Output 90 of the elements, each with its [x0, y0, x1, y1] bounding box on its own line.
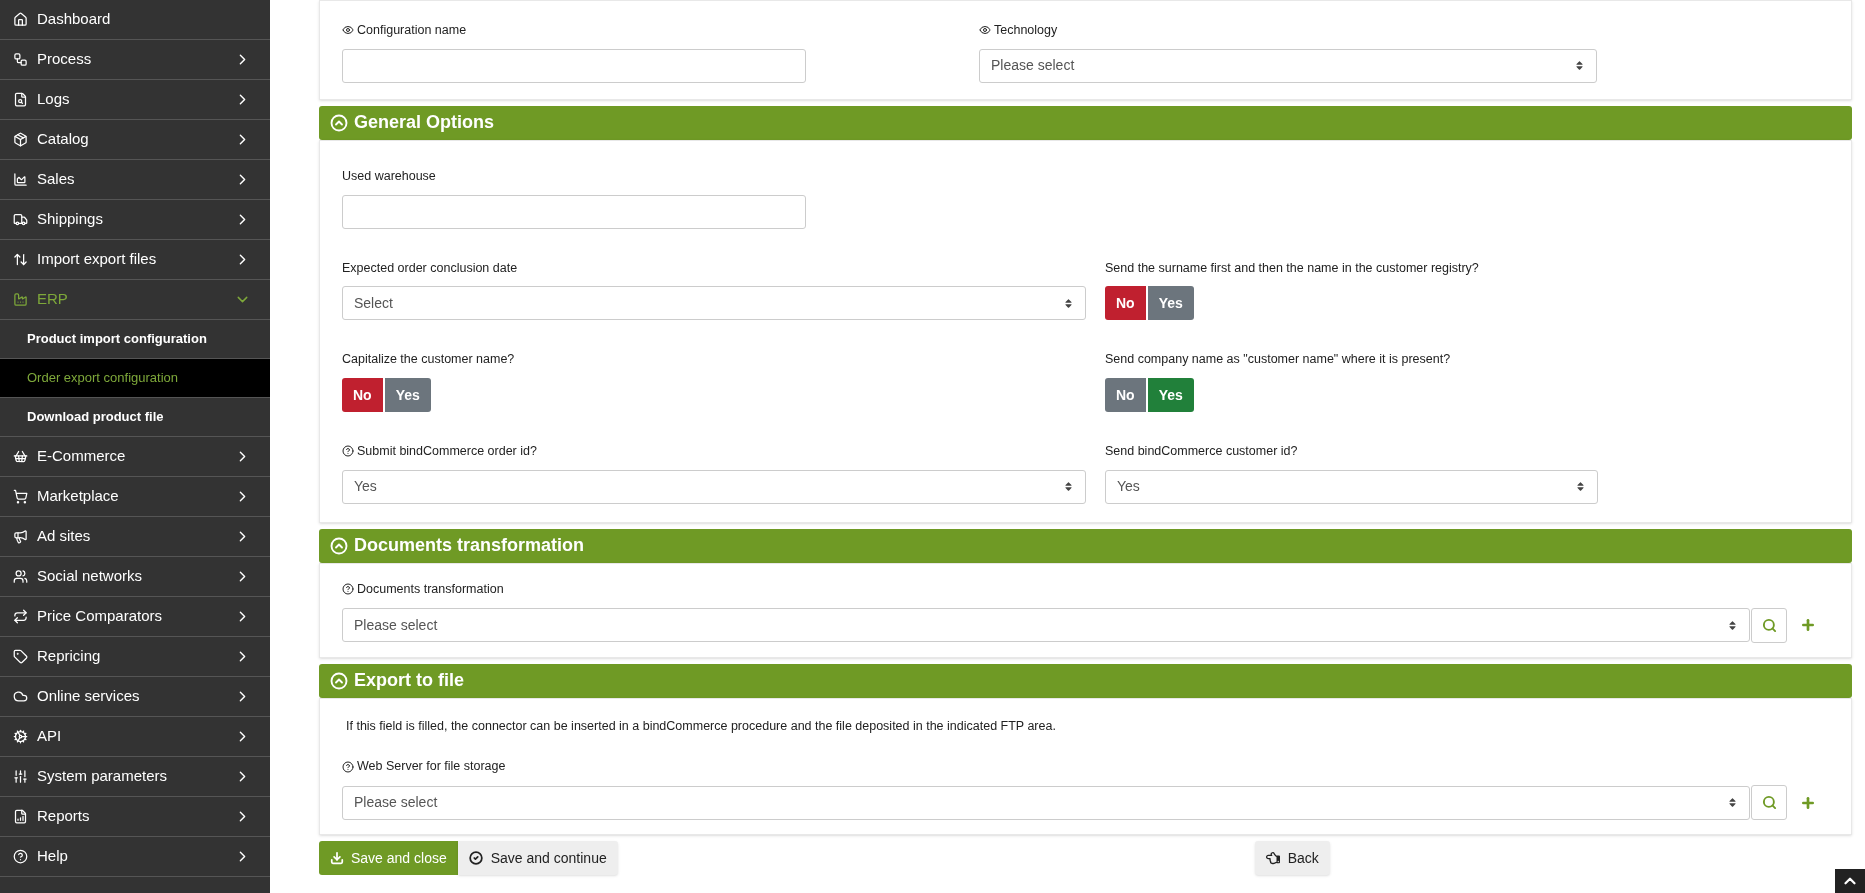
users-icon	[13, 569, 28, 584]
sidebar-item[interactable]: Marketplace	[0, 477, 270, 517]
home-icon	[13, 12, 28, 27]
sidebar-item[interactable]: API	[0, 717, 270, 757]
field-label: Capitalize the customer name?	[342, 351, 515, 369]
select-field[interactable]: Please select	[342, 785, 1750, 820]
report-icon	[13, 809, 28, 824]
field-label: Technology	[994, 22, 1058, 39]
select-field[interactable]: Please select	[979, 48, 1597, 83]
field-label: Send the surname first and then the name in the customer registry?	[1105, 259, 1479, 277]
repeat-icon	[13, 609, 28, 624]
field-label: Configuration name	[357, 22, 467, 39]
sort-icon	[1727, 619, 1738, 631]
field-label: Send company name as "customer name" where it is present?	[1105, 351, 1451, 369]
sidebar-item[interactable]: Shippings	[0, 200, 270, 240]
toggle-option[interactable]: No	[342, 378, 383, 412]
toggle-option[interactable]: No	[1105, 286, 1146, 321]
search-button[interactable]	[1751, 607, 1787, 643]
back-button[interactable]: Back	[1254, 841, 1330, 875]
add-icon[interactable]	[1800, 617, 1816, 633]
process-icon	[13, 52, 28, 67]
sidebar-item[interactable]: Online services	[0, 677, 270, 717]
select-field[interactable]: Yes	[1105, 469, 1598, 504]
info-text: If this field is filled, the connector can be inserted in a bindCommerce procedure and the file deposited in the indicated FTP area.	[345, 717, 1057, 735]
help-icon	[342, 445, 354, 458]
log-search-icon	[13, 92, 28, 107]
tag-icon	[13, 649, 28, 664]
sort-icon	[1063, 481, 1074, 493]
toggle-option[interactable]: No	[1105, 378, 1146, 412]
collapse-icon	[330, 671, 348, 690]
field-label: Expected order conclusion date	[342, 259, 518, 277]
sidebar-item[interactable]: Repricing	[0, 637, 270, 677]
select-field[interactable]: Please select	[342, 608, 1750, 642]
submenu-item[interactable]: Order export configuration	[0, 359, 270, 398]
truck-icon	[13, 212, 28, 227]
sort-icon	[1574, 60, 1585, 72]
basket-icon	[13, 449, 28, 464]
cart-icon	[13, 489, 28, 504]
megaphone-icon	[13, 529, 28, 544]
search-button[interactable]	[1751, 785, 1787, 820]
sort-icon	[1063, 297, 1074, 309]
sidebar-item[interactable]: Catalog	[0, 120, 270, 160]
sidebar-item[interactable]: Social networks	[0, 557, 270, 597]
search-icon	[1761, 617, 1777, 633]
collapse-icon	[330, 113, 348, 132]
eye-icon	[979, 24, 991, 37]
cloud-icon	[13, 689, 28, 704]
field-label: Submit bindCommerce order id?	[357, 443, 537, 460]
help-icon	[342, 760, 354, 773]
add-icon[interactable]	[1800, 794, 1816, 811]
sidebar-item[interactable]: Import export files	[0, 240, 270, 280]
text-input[interactable]	[342, 194, 806, 229]
sidebar-item[interactable]: Dashboard	[0, 0, 270, 40]
box-icon	[13, 132, 28, 147]
sidebar-item[interactable]: Reports	[0, 797, 270, 837]
field-label: Documents transformation	[357, 580, 504, 598]
download-icon	[330, 851, 344, 865]
sidebar-item[interactable]: Logs	[0, 80, 270, 120]
search-icon	[1761, 795, 1777, 810]
field-label: Web Server for file storage	[357, 758, 506, 776]
sidebar-item[interactable]: Price Comparators	[0, 597, 270, 637]
sidebar-item[interactable]: Ad sites	[0, 517, 270, 557]
sidebar-item[interactable]: Help	[0, 837, 270, 877]
chart-icon	[13, 172, 28, 187]
sidebar-item[interactable]: System parameters	[0, 757, 270, 797]
sliders-icon	[13, 769, 28, 784]
select-field[interactable]: Yes	[342, 469, 1086, 504]
toggle-option[interactable]: Yes	[384, 378, 431, 412]
code-gear-icon	[13, 729, 28, 744]
select-field[interactable]: Select	[342, 286, 1086, 321]
save-continue-button[interactable]: Save and continue	[457, 841, 618, 875]
toggle-option[interactable]: Yes	[1147, 378, 1194, 412]
sidebar-item[interactable]: E-Commerce	[0, 437, 270, 477]
sort-icon	[1727, 797, 1738, 808]
factory-icon	[13, 292, 28, 307]
sidebar-item[interactable]: Process	[0, 40, 270, 80]
pointing-hand-icon	[1265, 851, 1280, 865]
text-input[interactable]	[342, 48, 806, 83]
sort-icon	[1575, 481, 1586, 493]
field-label: Send bindCommerce customer id?	[1105, 443, 1298, 460]
help-icon	[13, 849, 28, 864]
toggle-option[interactable]: Yes	[1147, 286, 1194, 321]
collapse-icon	[330, 536, 348, 555]
eye-icon	[342, 24, 354, 37]
arrows-icon	[13, 252, 28, 267]
check-circle-icon	[468, 851, 483, 865]
sidebar-item[interactable]: Sales	[0, 160, 270, 200]
field-label: Used warehouse	[342, 167, 436, 185]
help-icon	[342, 583, 354, 596]
scroll-top-button[interactable]	[1835, 869, 1865, 893]
